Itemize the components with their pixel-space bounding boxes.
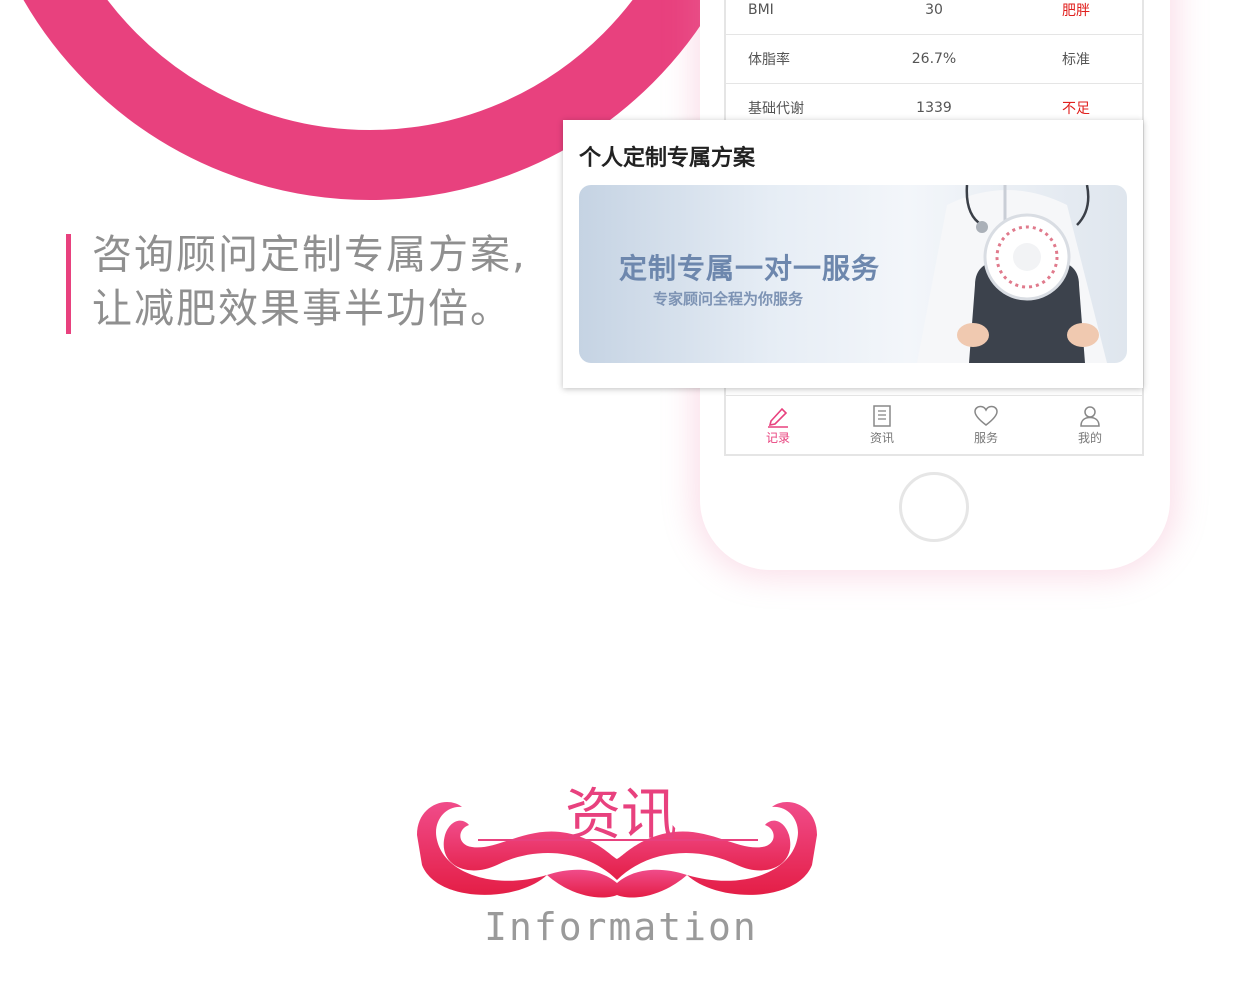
tab-mine[interactable]: 我的 [1038,396,1142,454]
doctor-with-scale-illustration [917,185,1107,363]
heart-icon [974,405,998,426]
section-title: 资讯 [565,783,677,848]
tab-label: 资讯 [869,431,894,445]
card-title: 个人定制专属方案 [579,146,756,171]
home-button[interactable] [899,472,969,542]
tab-bar: 记录 资讯 服务 我的 [726,395,1142,454]
tab-label: 服务 [973,431,998,445]
accent-bar [66,234,71,334]
section-subtitle: Information [484,905,758,949]
tab-service[interactable]: 服务 [934,396,1038,454]
custom-plan-card[interactable]: 个人定制专属方案 定制专属一对一服务 专家顾问全程为你服务 [563,120,1143,388]
metric-status: 标准 [1062,52,1090,68]
tab-news[interactable]: 资讯 [830,396,934,454]
tab-label: 记录 [765,431,790,445]
headline-line-2: 让减肥效果事半功倍。 [92,286,512,332]
metric-row-body-fat: 体脂率 26.7% 标准 [726,35,1142,84]
metric-status: 肥胖 [1062,3,1090,19]
tab-label: 我的 [1077,431,1102,445]
banner-title: 定制专属一对一服务 [619,252,881,285]
pencil-icon [768,407,788,428]
metric-value: 1339 [916,100,952,116]
metric-name: 体脂率 [748,52,790,68]
metric-name: BMI [748,2,774,18]
service-banner[interactable]: 定制专属一对一服务 专家顾问全程为你服务 [579,185,1127,363]
metric-status: 不足 [1062,101,1090,117]
document-icon [873,405,891,427]
metric-value: 26.7% [911,51,957,67]
headline-line-1: 咨询顾问定制专属方案, [92,232,527,278]
metric-value: 30 [925,2,943,18]
banner-subtitle: 专家顾问全程为你服务 [653,290,804,308]
feature-headline: 咨询顾问定制专属方案, 让减肥效果事半功倍。 [92,228,527,336]
user-icon [1080,406,1100,427]
metric-name: 基础代谢 [748,101,804,117]
metric-row-bmi: BMI 30 肥胖 [726,0,1142,35]
tab-record[interactable]: 记录 [726,396,830,454]
